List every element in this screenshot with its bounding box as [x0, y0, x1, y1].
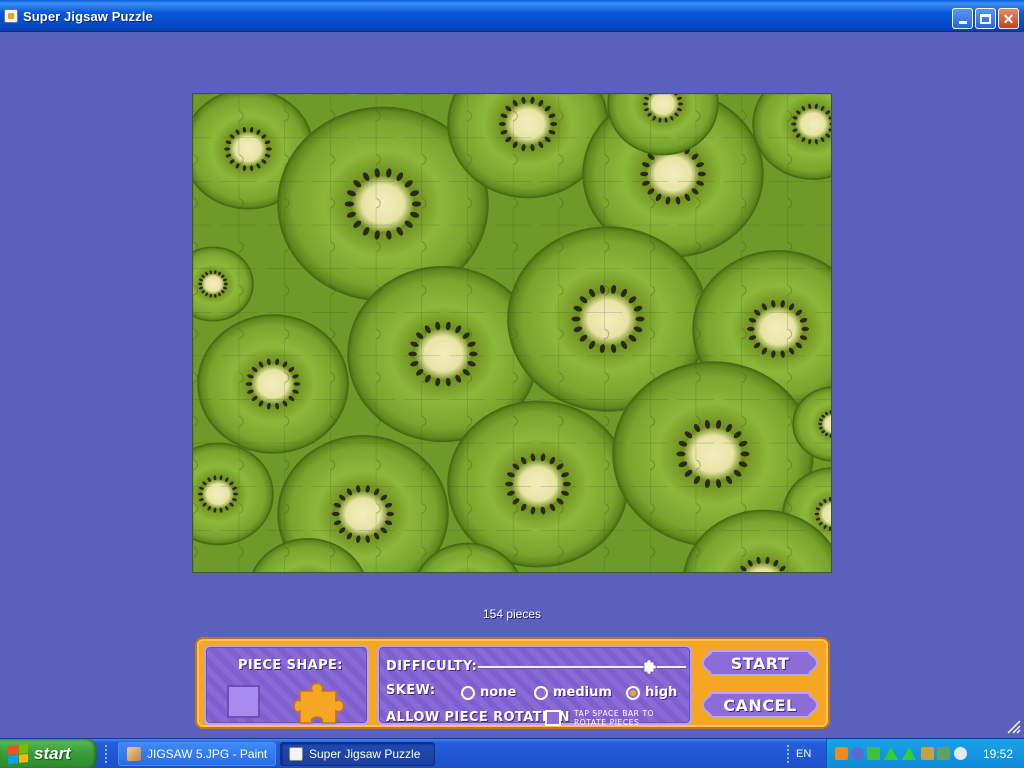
language-indicator[interactable]: EN [796, 748, 811, 760]
quicklaunch-grip[interactable] [105, 745, 109, 763]
radio-high-circle[interactable] [626, 685, 640, 700]
jigsaw-shape-option[interactable] [290, 677, 352, 727]
difficulty-label: DIFFICULTY: [386, 659, 478, 674]
maximize-icon [980, 13, 991, 24]
skew-radio-none[interactable]: none [461, 685, 516, 700]
app-icon[interactable] [4, 9, 18, 23]
start-button[interactable]: START [701, 648, 819, 678]
taskbar-item-jigsaw[interactable]: Super Jigsaw Puzzle [280, 742, 435, 766]
taskbar-item-label: Super Jigsaw Puzzle [309, 747, 421, 761]
close-icon: ✕ [1002, 10, 1015, 27]
skew-radio-medium[interactable]: medium [534, 685, 612, 700]
skew-label: SKEW: [386, 683, 436, 698]
windows-logo-icon [8, 743, 28, 765]
options-box: DIFFICULTY: SKEW: none medium high ALLOW… [377, 645, 692, 727]
window-title: Super Jigsaw Puzzle [23, 9, 153, 24]
tray-clock-icon[interactable] [954, 747, 967, 760]
radio-medium-label: medium [553, 685, 612, 700]
start-label: start [34, 744, 71, 763]
square-shape-option[interactable] [227, 685, 260, 718]
allow-rotation-label: ALLOW PIECE ROTATION [386, 710, 570, 725]
control-panel: PIECE SHAPE: DIFFICULTY: SKEW: none medi… [195, 637, 830, 729]
tray-folder-icon[interactable] [921, 747, 934, 760]
skew-radio-high[interactable]: high [626, 685, 677, 700]
cancel-button[interactable]: CANCEL [701, 690, 819, 720]
radio-high-label: high [645, 685, 678, 700]
system-tray: 19:52 [826, 739, 1024, 768]
taskbar-item-paint[interactable]: JIGSAW 5.JPG - Paint [118, 742, 276, 766]
radio-none-label: none [480, 685, 517, 700]
jigsaw-app-icon [289, 747, 303, 761]
resize-grip-icon[interactable] [1003, 716, 1021, 734]
tray-grip[interactable] [787, 745, 791, 763]
radio-medium-circle[interactable] [534, 685, 548, 700]
piece-shape-label: PIECE SHAPE: [238, 658, 343, 673]
tray-app-icon[interactable] [835, 747, 848, 760]
cancel-button-label: CANCEL [723, 695, 797, 715]
clock[interactable]: 19:52 [983, 747, 1013, 761]
difficulty-slider-thumb[interactable] [641, 659, 657, 675]
allow-rotation-checkbox[interactable] [545, 710, 561, 726]
taskbar-item-label: JIGSAW 5.JPG - Paint [147, 747, 268, 761]
puzzle-image [192, 93, 832, 573]
minimize-icon [958, 21, 967, 24]
start-button-label: START [730, 653, 790, 673]
taskbar: start JIGSAW 5.JPG - Paint Super Jigsaw … [0, 738, 1024, 768]
close-button[interactable]: ✕ [998, 8, 1019, 29]
tray-triangle-icon[interactable] [884, 747, 898, 760]
piece-shape-box: PIECE SHAPE: [204, 645, 369, 725]
radio-none-circle[interactable] [461, 685, 475, 700]
start-menu-button[interactable]: start [0, 739, 97, 768]
kiwi-image [193, 94, 831, 572]
maximize-button[interactable] [975, 8, 996, 29]
paint-icon [127, 747, 141, 761]
piece-count-label: 154 pieces [482, 607, 542, 621]
tray-shield-icon[interactable] [867, 747, 880, 760]
tray-monitor-icon[interactable] [937, 747, 950, 760]
title-bar[interactable]: Super Jigsaw Puzzle ✕ [0, 0, 1024, 32]
minimize-button[interactable] [952, 8, 973, 29]
tray-triangle-icon[interactable] [902, 747, 916, 760]
rotation-hint-text: TAP SPACE BAR TO ROTATE PIECES [574, 709, 655, 727]
tray-network-icon[interactable] [851, 747, 864, 760]
